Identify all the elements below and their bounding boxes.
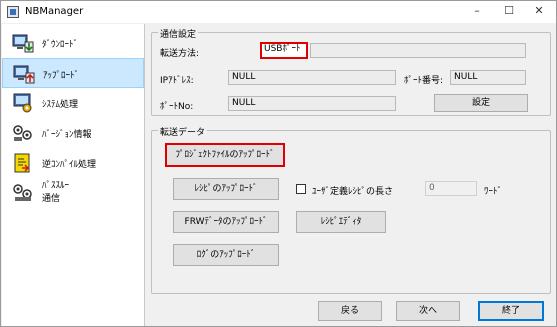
recipe-upload-button[interactable]: ﾚｼﾋﾟのｱｯﾌﾟﾛｰﾄﾞ bbox=[173, 178, 279, 200]
sidebar-item-label: ｱｯﾌﾟﾛｰﾄﾞ bbox=[43, 71, 80, 81]
sidebar-item-label-line1: ﾊﾟｽｽﾙｰ bbox=[42, 181, 70, 191]
user-defined-recipe-length-field[interactable]: 0 bbox=[425, 181, 477, 196]
port-no-label: ﾎﾟｰﾄNo: bbox=[160, 102, 194, 112]
sidebar-item-label: ｼｽﾃﾑ処理 bbox=[42, 100, 79, 110]
frw-data-upload-button[interactable]: FRWﾃﾞｰﾀのｱｯﾌﾟﾛｰﾄﾞ bbox=[173, 211, 279, 233]
user-defined-recipe-length-checkbox[interactable] bbox=[296, 184, 306, 194]
comm-settings-group: 通信設定 転送方法: USBﾎﾟｰﾄ IPｱﾄﾞﾚｽ: NULL ﾎﾟｰﾄ番号:… bbox=[151, 27, 551, 116]
sidebar-item-decompile[interactable]: 逆ｺﾝﾊﾟｲﾙ処理 bbox=[2, 148, 144, 178]
next-button[interactable]: 次へ bbox=[396, 301, 460, 321]
sidebar-item-label: ﾊﾞｰｼﾞｮﾝ情報 bbox=[42, 130, 92, 140]
back-button[interactable]: 戻る bbox=[318, 301, 382, 321]
window-title: NBManager bbox=[25, 6, 84, 17]
sidebar-item-version-info[interactable]: ﾊﾞｰｼﾞｮﾝ情報 bbox=[2, 118, 144, 148]
sidebar: ﾀﾞｳﾝﾛｰﾄﾞ ｱｯﾌﾟﾛｰﾄﾞ ｼｽﾃﾑ処理 ﾊﾞｰｼﾞｮﾝ情報 逆ｺﾝﾊﾟ… bbox=[2, 24, 145, 326]
sidebar-item-label: ﾊﾟｽｽﾙｰ 通信 bbox=[42, 180, 69, 206]
port-number-field: NULL bbox=[450, 70, 526, 85]
log-upload-button[interactable]: ﾛｸﾞのｱｯﾌﾟﾛｰﾄﾞ bbox=[173, 244, 279, 266]
version-info-icon bbox=[13, 125, 32, 141]
minimize-button[interactable]: – bbox=[469, 4, 485, 18]
transfer-method-field: USBﾎﾟｰﾄ bbox=[260, 42, 308, 59]
sidebar-item-system-processing[interactable]: ｼｽﾃﾑ処理 bbox=[2, 88, 144, 118]
close-button[interactable]: ✕ bbox=[531, 4, 547, 18]
word-unit-label: ﾜｰﾄﾞ bbox=[484, 187, 503, 197]
transfer-method-field-extent bbox=[310, 43, 526, 58]
maximize-button[interactable]: ☐ bbox=[501, 4, 517, 18]
ip-address-label: IPｱﾄﾞﾚｽ: bbox=[160, 76, 194, 86]
sidebar-item-label: 逆ｺﾝﾊﾟｲﾙ処理 bbox=[42, 160, 97, 170]
main-content: 通信設定 転送方法: USBﾎﾟｰﾄ IPｱﾄﾞﾚｽ: NULL ﾎﾟｰﾄ番号:… bbox=[146, 24, 556, 326]
upload-icon bbox=[13, 65, 35, 84]
nbmanager-window: NBManager – ☐ ✕ ﾀﾞｳﾝﾛｰﾄﾞ ｱｯﾌﾟﾛｰﾄﾞ ｼｽﾃﾑ処理… bbox=[0, 0, 557, 327]
decompile-icon bbox=[14, 153, 30, 173]
project-file-upload-button[interactable]: ﾌﾟﾛｼﾞｪｸﾄﾌｧｲﾙのｱｯﾌﾟﾛｰﾄﾞ bbox=[165, 143, 285, 167]
settings-button[interactable]: 設定 bbox=[434, 94, 528, 112]
sidebar-item-upload[interactable]: ｱｯﾌﾟﾛｰﾄﾞ bbox=[2, 58, 144, 88]
finish-button[interactable]: 終了 bbox=[478, 301, 544, 321]
title-bar: NBManager – ☐ ✕ bbox=[1, 1, 556, 23]
comm-settings-legend: 通信設定 bbox=[158, 27, 199, 40]
user-defined-recipe-length-label: ﾕｰｻﾞ定義ﾚｼﾋﾟの長さ bbox=[312, 187, 394, 197]
pass-through-icon bbox=[13, 184, 32, 201]
transfer-data-group: 転送データ ﾌﾟﾛｼﾞｪｸﾄﾌｧｲﾙのｱｯﾌﾟﾛｰﾄﾞ ﾚｼﾋﾟのｱｯﾌﾟﾛｰﾄ… bbox=[151, 125, 551, 294]
sidebar-item-label-line2: 通信 bbox=[42, 194, 61, 204]
transfer-data-legend: 転送データ bbox=[158, 125, 208, 138]
port-no-field: NULL bbox=[228, 96, 396, 111]
recipe-editor-button[interactable]: ﾚｼﾋﾟｴﾃﾞｨﾀ bbox=[296, 211, 386, 233]
sidebar-item-label: ﾀﾞｳﾝﾛｰﾄﾞ bbox=[42, 40, 79, 50]
port-number-label: ﾎﾟｰﾄ番号: bbox=[404, 76, 444, 86]
transfer-method-label: 転送方法: bbox=[160, 49, 200, 59]
app-icon bbox=[7, 6, 19, 18]
sidebar-item-download[interactable]: ﾀﾞｳﾝﾛｰﾄﾞ bbox=[2, 28, 144, 58]
sidebar-item-pass-through[interactable]: ﾊﾟｽｽﾙｰ 通信 bbox=[2, 178, 144, 208]
system-processing-icon bbox=[13, 93, 32, 113]
ip-address-field: NULL bbox=[228, 70, 396, 85]
download-icon bbox=[12, 34, 34, 53]
